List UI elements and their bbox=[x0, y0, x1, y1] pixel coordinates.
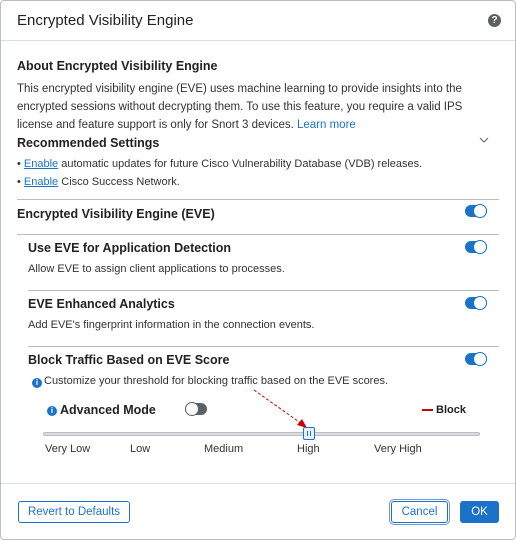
question-circle-icon[interactable]: ? bbox=[488, 14, 501, 27]
app-detection-toggle[interactable] bbox=[465, 240, 487, 254]
threshold-level-high: High bbox=[297, 443, 320, 455]
dialog-footer: Revert to Defaults Cancel OK bbox=[1, 483, 515, 539]
threshold-slider-track[interactable] bbox=[43, 432, 480, 436]
eve-toggle[interactable] bbox=[465, 204, 487, 218]
revert-to-defaults-button[interactable]: Revert to Defaults bbox=[18, 501, 130, 523]
block-traffic-info: Customize your threshold for blocking tr… bbox=[44, 375, 389, 387]
app-detection-description: Allow EVE to assign client applications … bbox=[28, 263, 285, 275]
enable-success-network-link[interactable]: Enable bbox=[24, 176, 58, 188]
recommended-item-text: Cisco Success Network. bbox=[58, 176, 180, 188]
block-legend-swatch bbox=[422, 409, 433, 411]
block-traffic-title: Block Traffic Based on EVE Score bbox=[28, 353, 230, 367]
bullet-mark: • bbox=[17, 176, 21, 188]
dialog-title: Encrypted Visibility Engine bbox=[17, 12, 194, 29]
recommended-item-csn: • Enable Cisco Success Network. bbox=[17, 176, 180, 188]
about-text: This encrypted visibility engine (EVE) u… bbox=[17, 80, 499, 134]
cancel-button[interactable]: Cancel bbox=[391, 501, 448, 523]
threshold-slider-thumb[interactable] bbox=[303, 427, 315, 440]
about-heading: About Encrypted Visibility Engine bbox=[17, 59, 218, 73]
learn-more-link[interactable]: Learn more bbox=[297, 119, 356, 131]
advanced-mode-toggle[interactable] bbox=[185, 402, 207, 416]
toggle-knob bbox=[473, 240, 487, 254]
advanced-mode-info-icon[interactable]: i bbox=[47, 406, 57, 416]
enhanced-analytics-title: EVE Enhanced Analytics bbox=[28, 297, 175, 311]
threshold-level-medium: Medium bbox=[204, 443, 244, 455]
toggle-knob bbox=[473, 352, 487, 366]
threshold-level-low: Low bbox=[130, 443, 151, 455]
dialog-body: About Encrypted Visibility Engine This e… bbox=[1, 42, 515, 469]
recommended-settings-heading: Recommended Settings bbox=[17, 136, 160, 150]
block-traffic-toggle[interactable] bbox=[465, 352, 487, 366]
toggle-knob bbox=[473, 204, 487, 218]
enable-vdb-updates-link[interactable]: Enable bbox=[24, 158, 58, 170]
about-description: This encrypted visibility engine (EVE) u… bbox=[17, 83, 463, 131]
ok-button[interactable]: OK bbox=[460, 501, 499, 523]
threshold-level-very-low: Very Low bbox=[45, 443, 91, 455]
dialog-titlebar: Encrypted Visibility Engine ? bbox=[1, 1, 515, 41]
annotation-arrow bbox=[253, 389, 307, 428]
toggle-knob bbox=[185, 402, 199, 416]
bullet-mark: • bbox=[17, 158, 21, 170]
recommended-item-text: automatic updates for future Cisco Vulne… bbox=[58, 158, 423, 170]
section-divider bbox=[28, 290, 499, 291]
eve-dialog: Encrypted Visibility Engine ? About Encr… bbox=[0, 0, 516, 540]
toggle-knob bbox=[473, 296, 487, 310]
eve-title: Encrypted Visibility Engine (EVE) bbox=[17, 207, 215, 221]
section-divider bbox=[28, 346, 499, 347]
section-divider bbox=[17, 199, 499, 200]
recommended-item-vdb: • Enable automatic updates for future Ci… bbox=[17, 158, 422, 170]
chevron-down-icon[interactable] bbox=[479, 135, 489, 145]
app-detection-title: Use EVE for Application Detection bbox=[28, 241, 232, 255]
enhanced-analytics-toggle[interactable] bbox=[465, 296, 487, 310]
threshold-level-very-high: Very High bbox=[374, 443, 422, 455]
advanced-mode-label: Advanced Mode bbox=[60, 403, 156, 417]
block-legend-label: Block bbox=[436, 404, 466, 416]
info-icon: i bbox=[32, 378, 42, 388]
section-divider bbox=[17, 234, 499, 235]
enhanced-analytics-description: Add EVE's fingerprint information in the… bbox=[28, 319, 315, 331]
